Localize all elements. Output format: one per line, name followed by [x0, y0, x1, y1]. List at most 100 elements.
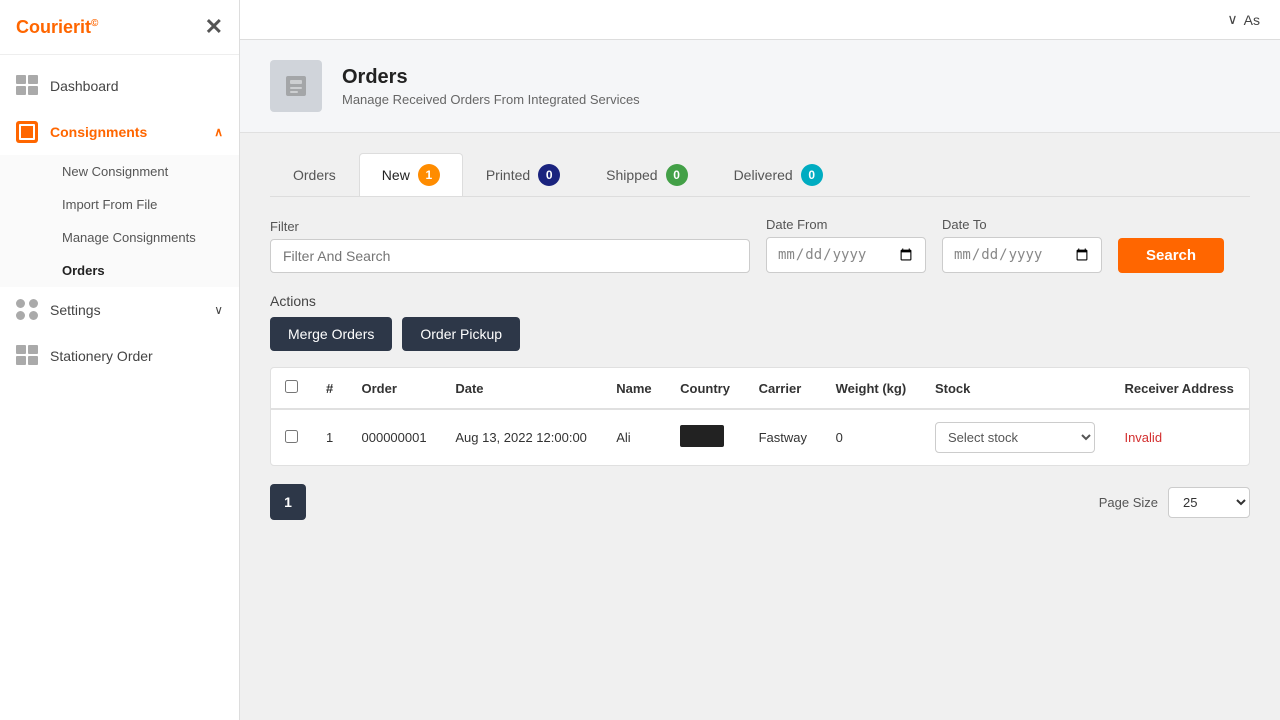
- table-col-date: Date: [441, 368, 602, 409]
- sidebar-item-consignments[interactable]: Consignments ∧: [0, 109, 239, 155]
- page-subtitle: Manage Received Orders From Integrated S…: [342, 92, 640, 107]
- table-header-select-all: [271, 368, 312, 409]
- table-col-num: #: [312, 368, 348, 409]
- sub-item-label: Import From File: [62, 197, 157, 212]
- sub-item-label: Manage Consignments: [62, 230, 196, 245]
- sidebar-sub-item-new-consignment[interactable]: New Consignment: [50, 155, 239, 188]
- pagination-buttons: 1: [270, 484, 306, 520]
- sidebar-header: Courierit© ✕: [0, 0, 239, 55]
- page-header: Orders Manage Received Orders From Integ…: [240, 40, 1280, 133]
- tab-label: New: [382, 167, 410, 183]
- page-header-icon: [270, 60, 322, 112]
- filter-label: Filter: [270, 219, 750, 234]
- pagination-row: 1 Page Size 25 50 100: [270, 484, 1250, 520]
- table-col-name: Name: [602, 368, 666, 409]
- sidebar-sub-item-import-from-file[interactable]: Import From File: [50, 188, 239, 221]
- table-col-stock: Stock: [921, 368, 1111, 409]
- main-content: ∨ As Orders Manage Received Orders From …: [240, 0, 1280, 720]
- content-area: Orders New 1 Printed 0 Shipped 0 Deliver…: [240, 133, 1280, 720]
- tab-label: Printed: [486, 167, 530, 183]
- page-size-label: Page Size: [1099, 495, 1158, 510]
- page-header-text: Orders Manage Received Orders From Integ…: [342, 66, 640, 107]
- stock-select[interactable]: Select stock: [935, 422, 1095, 453]
- sidebar-sub-item-manage-consignments[interactable]: Manage Consignments: [50, 221, 239, 254]
- settings-icon: [16, 299, 38, 321]
- row-order: 000000001: [348, 409, 442, 465]
- dashboard-icon: [16, 75, 38, 97]
- merge-orders-button[interactable]: Merge Orders: [270, 317, 392, 351]
- table-header-row: # Order Date Name Country Carrier Weight…: [271, 368, 1249, 409]
- search-button[interactable]: Search: [1118, 238, 1224, 273]
- sidebar-item-label: Settings: [50, 302, 101, 318]
- date-from-group: Date From: [766, 217, 926, 273]
- tab-badge-delivered: 0: [801, 164, 823, 186]
- row-num: 1: [312, 409, 348, 465]
- page-size-select[interactable]: 25 50 100: [1168, 487, 1250, 518]
- orders-table: # Order Date Name Country Carrier Weight…: [271, 368, 1249, 465]
- tab-orders[interactable]: Orders: [270, 156, 359, 193]
- actions-buttons: Merge Orders Order Pickup: [270, 317, 1250, 351]
- sidebar-item-label: Stationery Order: [50, 348, 153, 364]
- date-to-label: Date To: [942, 217, 1102, 232]
- consignments-submenu: New Consignment Import From File Manage …: [0, 155, 239, 287]
- date-to-group: Date To: [942, 217, 1102, 273]
- user-menu[interactable]: ∨ As: [1227, 11, 1260, 28]
- topbar: ∨ As: [240, 0, 1280, 40]
- filter-group: Filter: [270, 219, 750, 273]
- table-col-carrier: Carrier: [745, 368, 822, 409]
- tab-badge-shipped: 0: [666, 164, 688, 186]
- date-to-input[interactable]: [942, 237, 1102, 273]
- table-col-weight: Weight (kg): [822, 368, 921, 409]
- row-stock: Select stock: [921, 409, 1111, 465]
- sidebar-item-settings[interactable]: Settings ∨: [0, 287, 239, 333]
- row-checkbox-cell: [271, 409, 312, 465]
- logo-text: Courier: [16, 17, 80, 37]
- tab-printed[interactable]: Printed 0: [463, 153, 583, 196]
- chevron-down-icon: ∨: [214, 303, 223, 317]
- sidebar-item-label: Dashboard: [50, 78, 119, 94]
- row-receiver-address: Invalid: [1110, 409, 1249, 465]
- sidebar-item-dashboard[interactable]: Dashboard: [0, 63, 239, 109]
- tab-delivered[interactable]: Delivered 0: [711, 153, 846, 196]
- row-name: Ali: [602, 409, 666, 465]
- tab-label: Shipped: [606, 167, 657, 183]
- sub-item-label: New Consignment: [62, 164, 168, 179]
- consignments-icon: [16, 121, 38, 143]
- tab-shipped[interactable]: Shipped 0: [583, 153, 710, 196]
- page-1-button[interactable]: 1: [270, 484, 306, 520]
- sidebar: Courierit© ✕ Dashboard Consignments ∧ Ne…: [0, 0, 240, 720]
- stationery-icon: [16, 345, 38, 367]
- row-weight: 0: [822, 409, 921, 465]
- filter-search-input[interactable]: [270, 239, 750, 273]
- row-date: Aug 13, 2022 12:00:00: [441, 409, 602, 465]
- date-from-label: Date From: [766, 217, 926, 232]
- sidebar-item-label: Consignments: [50, 124, 147, 140]
- actions-row: Actions Merge Orders Order Pickup: [270, 293, 1250, 351]
- page-title: Orders: [342, 66, 640, 89]
- tab-label: Orders: [293, 167, 336, 183]
- row-checkbox[interactable]: [285, 430, 298, 443]
- tab-badge-printed: 0: [538, 164, 560, 186]
- tabs-bar: Orders New 1 Printed 0 Shipped 0 Deliver…: [270, 153, 1250, 197]
- orders-table-wrap: # Order Date Name Country Carrier Weight…: [270, 367, 1250, 466]
- row-country: [666, 409, 744, 465]
- logo-suffix: it: [80, 17, 91, 37]
- tab-badge-new: 1: [418, 164, 440, 186]
- table-col-country: Country: [666, 368, 744, 409]
- order-pickup-button[interactable]: Order Pickup: [402, 317, 520, 351]
- app-logo: Courierit©: [16, 17, 98, 38]
- chevron-up-icon: ∧: [214, 125, 223, 139]
- page-size-group: Page Size 25 50 100: [1099, 487, 1250, 518]
- sidebar-navigation: Dashboard Consignments ∧ New Consignment…: [0, 55, 239, 720]
- receiver-address-value: Invalid: [1124, 430, 1162, 445]
- tab-new[interactable]: New 1: [359, 153, 463, 196]
- sub-item-label: Orders: [62, 263, 105, 278]
- sidebar-item-stationery-order[interactable]: Stationery Order: [0, 333, 239, 379]
- sidebar-sub-item-orders[interactable]: Orders: [50, 254, 239, 287]
- filter-row: Filter Date From Date To Search: [270, 217, 1250, 273]
- close-sidebar-button[interactable]: ✕: [205, 14, 223, 40]
- country-flag: [680, 425, 724, 447]
- select-all-checkbox[interactable]: [285, 380, 298, 393]
- date-from-input[interactable]: [766, 237, 926, 273]
- chevron-down-icon: ∨: [1227, 11, 1237, 28]
